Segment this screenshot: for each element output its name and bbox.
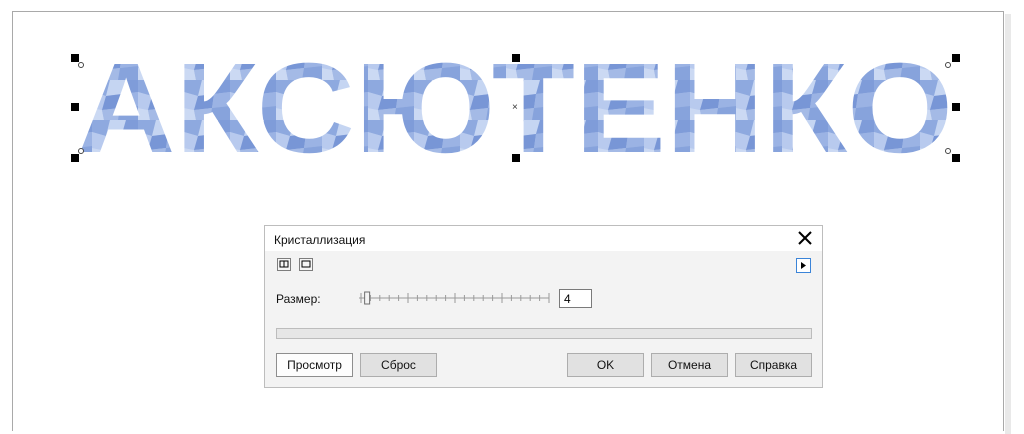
- selection-handle-bottom-center[interactable]: [512, 154, 520, 162]
- node-marker-bottom-left: [78, 148, 84, 154]
- node-marker-top-left: [78, 62, 84, 68]
- size-slider-thumb[interactable]: [364, 291, 371, 305]
- preview-button[interactable]: Просмотр: [276, 353, 353, 377]
- help-button[interactable]: Справка: [735, 353, 812, 377]
- crystallize-dialog: Кристаллизация Размер: Просмотр Сброс OK…: [264, 225, 823, 388]
- selection-handle-middle-left[interactable]: [71, 103, 79, 111]
- size-input[interactable]: [559, 289, 592, 308]
- single-view-button[interactable]: [299, 258, 313, 271]
- selection-handle-bottom-right[interactable]: [952, 154, 960, 162]
- dialog-title: Кристаллизация: [274, 233, 366, 247]
- size-slider[interactable]: [357, 291, 551, 305]
- expand-button[interactable]: [796, 258, 811, 273]
- progress-bar: [276, 328, 812, 339]
- selection-handle-middle-right[interactable]: [952, 103, 960, 111]
- ok-button[interactable]: OK: [567, 353, 644, 377]
- close-icon[interactable]: [796, 229, 814, 247]
- cancel-button[interactable]: Отмена: [651, 353, 728, 377]
- selection-handle-top-right[interactable]: [952, 54, 960, 62]
- size-label: Размер:: [276, 292, 321, 306]
- play-arrow-icon: [801, 262, 806, 269]
- selection-handle-bottom-left[interactable]: [71, 154, 79, 162]
- center-mark-icon[interactable]: ×: [512, 103, 518, 113]
- selection-handle-top-left[interactable]: [71, 54, 79, 62]
- node-marker-top-right: [945, 62, 951, 68]
- selection-handle-top-center[interactable]: [512, 54, 520, 62]
- reset-button[interactable]: Сброс: [360, 353, 437, 377]
- split-view-button[interactable]: [277, 258, 291, 271]
- split-view-icon: [279, 260, 289, 268]
- single-view-icon: [301, 260, 311, 268]
- node-marker-bottom-right: [945, 148, 951, 154]
